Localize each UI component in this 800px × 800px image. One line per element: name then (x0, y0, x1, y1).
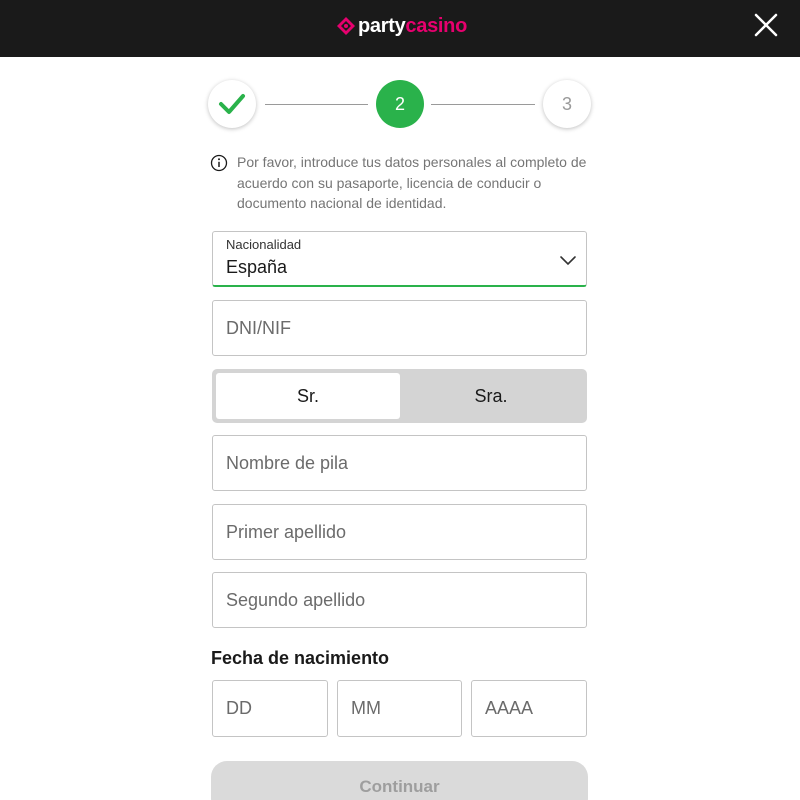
nationality-value: España (226, 257, 288, 277)
nationality-label: Nacionalidad (226, 237, 302, 252)
close-button[interactable] (750, 9, 782, 41)
top-bar: party casino (0, 0, 800, 57)
dob-day-input[interactable] (213, 681, 327, 736)
first-surname-input[interactable] (213, 505, 586, 559)
first-name-field[interactable] (212, 435, 587, 491)
logo-text-casino: casino (405, 14, 467, 37)
logo-text-party: party (358, 14, 406, 37)
continue-button[interactable]: Continuar (211, 761, 588, 800)
info-text: Por favor, introduce tus datos personale… (237, 154, 587, 211)
dob-month-field[interactable] (337, 680, 462, 737)
dni-input[interactable] (213, 301, 586, 355)
diamond-logo-icon (337, 17, 355, 35)
step-2-active: 2 (376, 80, 424, 128)
progress-stepper: 2 3 (208, 80, 592, 130)
step-connector (431, 104, 535, 105)
dob-year-field[interactable] (471, 680, 587, 737)
step-3-pending: 3 (543, 80, 591, 128)
second-surname-input[interactable] (213, 573, 586, 627)
info-icon (210, 154, 228, 172)
dob-year-input[interactable] (472, 681, 586, 736)
info-message: Por favor, introduce tus datos personale… (210, 152, 590, 214)
dni-field[interactable] (212, 300, 587, 356)
gender-option-sra[interactable]: Sra. (399, 373, 583, 419)
dob-month-input[interactable] (338, 681, 461, 736)
dob-day-field[interactable] (212, 680, 328, 737)
nationality-select[interactable]: Nacionalidad España (212, 231, 587, 287)
step-1-completed (208, 80, 256, 128)
partycasino-logo: party casino (337, 11, 467, 41)
chevron-down-icon (560, 256, 576, 266)
gender-option-sr[interactable]: Sr. (216, 373, 400, 419)
gender-toggle: Sr. Sra. (212, 369, 587, 423)
first-name-input[interactable] (213, 436, 586, 490)
first-surname-field[interactable] (212, 504, 587, 560)
checkmark-icon (219, 94, 245, 114)
step-connector (265, 104, 368, 105)
second-surname-field[interactable] (212, 572, 587, 628)
date-of-birth-title: Fecha de nacimiento (211, 648, 390, 668)
close-icon (754, 13, 778, 37)
